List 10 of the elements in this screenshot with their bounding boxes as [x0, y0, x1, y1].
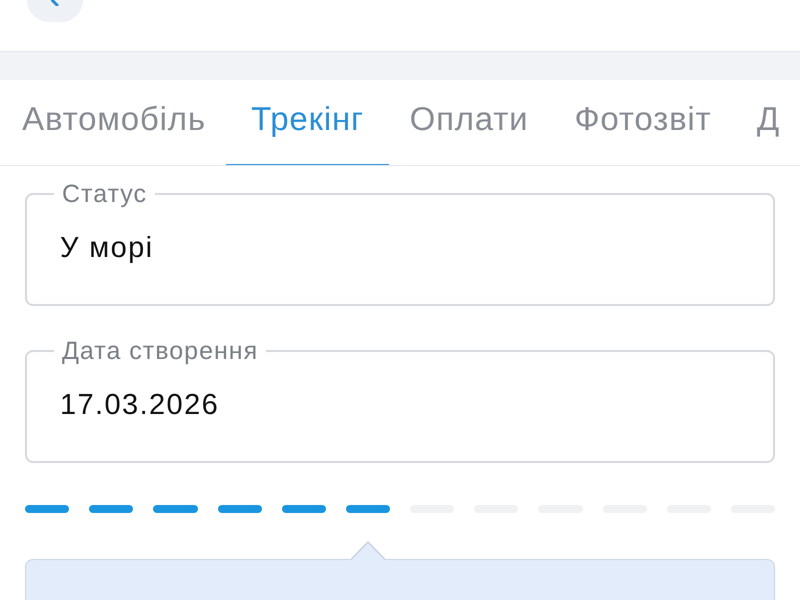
tab[interactable]: Трекінг: [226, 80, 389, 165]
field-value: 17.03.2026: [60, 388, 220, 422]
tab[interactable]: Д: [737, 80, 800, 165]
field-value: У морі: [60, 231, 155, 265]
tab[interactable]: Фотозвіт: [549, 80, 737, 165]
field-label: Статус: [61, 180, 148, 208]
back-button[interactable]: [27, 0, 83, 22]
field-label: Дата створення: [61, 337, 260, 365]
tab[interactable]: Автомобіль: [2, 80, 226, 165]
tab[interactable]: Оплати: [389, 80, 549, 165]
